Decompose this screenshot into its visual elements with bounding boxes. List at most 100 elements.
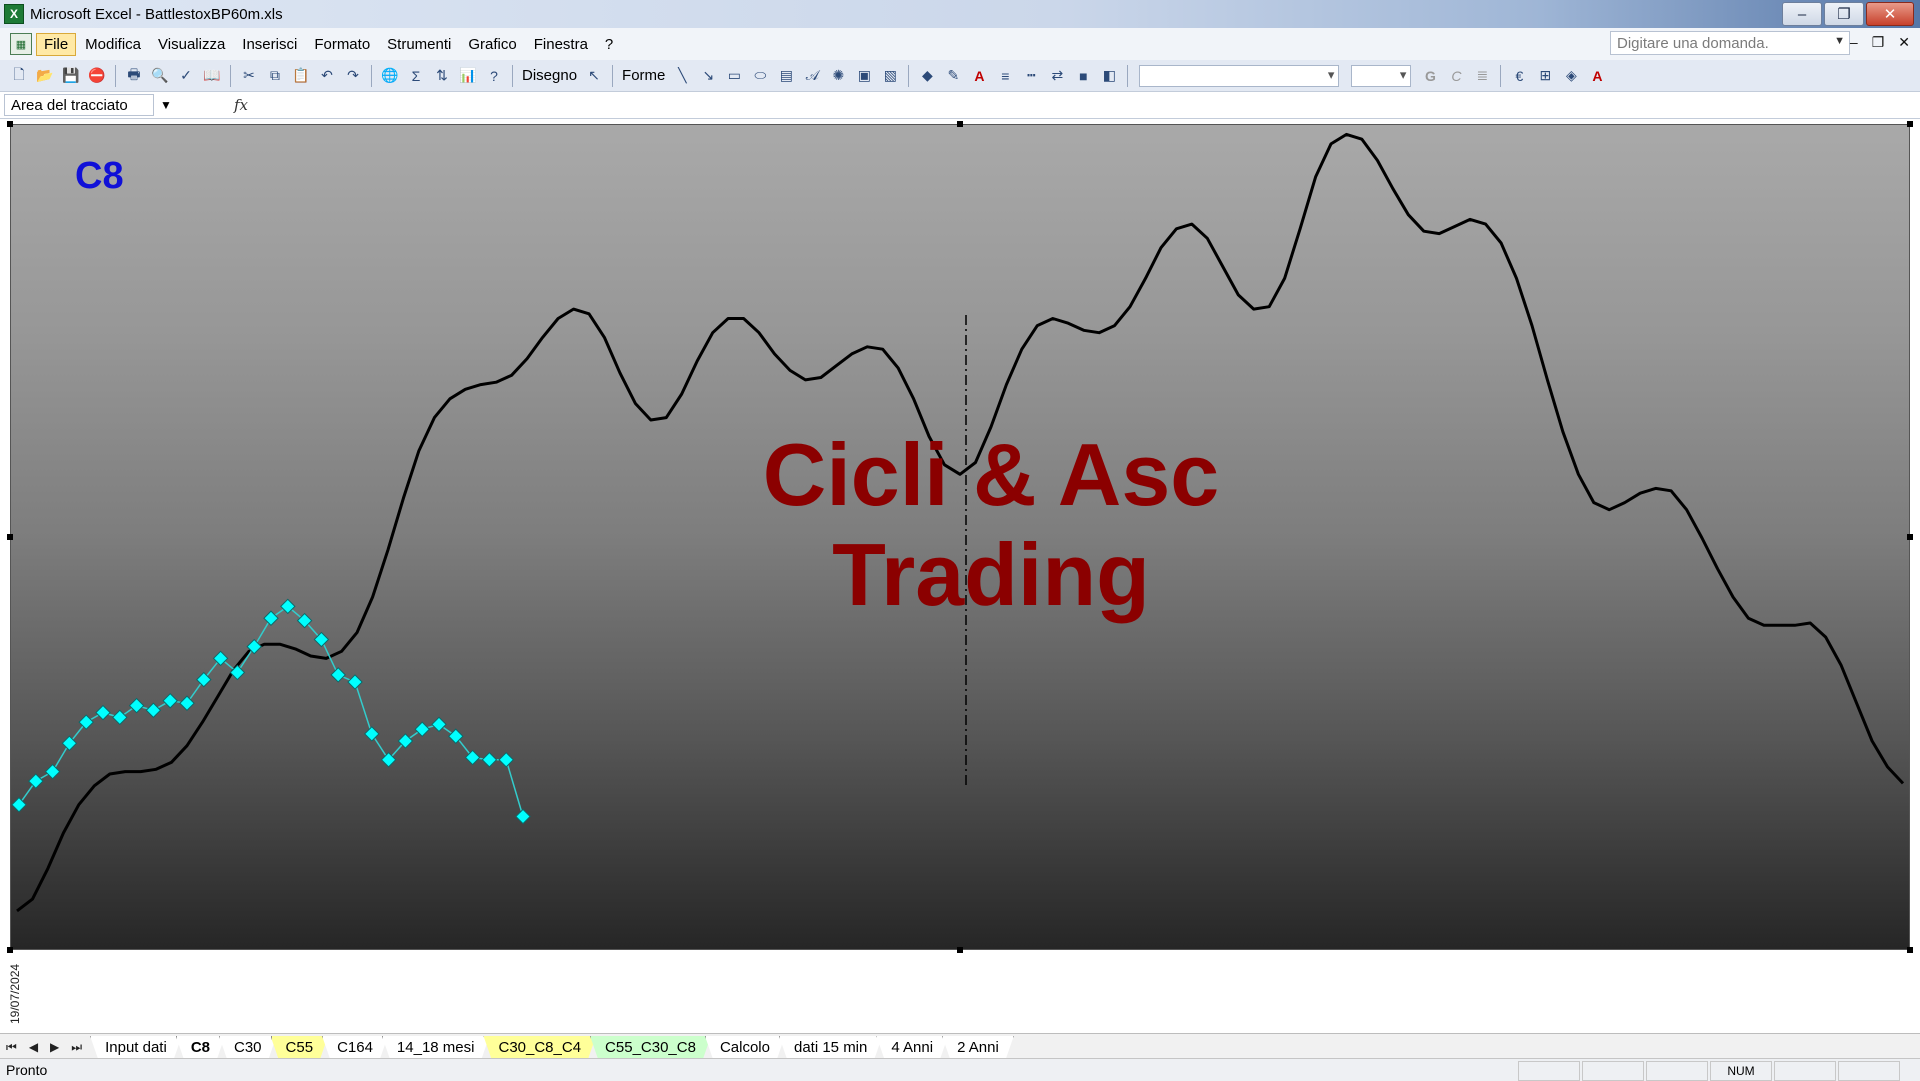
italic-icon[interactable]: C [1447, 67, 1465, 85]
close-button[interactable]: ✕ [1866, 2, 1914, 26]
sheet-tab[interactable]: C55_C30_C8 [590, 1036, 711, 1059]
cycle-data-point[interactable] [464, 749, 481, 766]
chevron-down-icon[interactable]: ▼ [1834, 35, 1845, 47]
oval-icon[interactable]: ⬭ [751, 67, 769, 85]
selection-handle[interactable] [957, 121, 963, 127]
cycle-data-point[interactable] [347, 674, 363, 690]
3d-icon[interactable]: ◧ [1100, 67, 1118, 85]
hyperlink-icon[interactable]: 🌐 [381, 67, 399, 85]
cycle-data-point[interactable] [95, 704, 111, 721]
cycle-data-point[interactable] [11, 796, 27, 813]
research-icon[interactable]: 📖 [203, 67, 221, 85]
cycle-data-point[interactable] [196, 671, 212, 688]
sheet-tab[interactable]: 2 Anni [942, 1036, 1014, 1059]
select-objects-icon[interactable]: ↖ [585, 67, 603, 85]
print-icon[interactable]: 🖶 [125, 66, 143, 85]
menu-file[interactable]: File [36, 32, 77, 56]
shapes-menu-button[interactable]: Forme [622, 67, 665, 84]
dash-style-icon[interactable]: ┅ [1022, 67, 1040, 85]
cycle-data-point[interactable] [78, 714, 94, 730]
clipart-icon[interactable]: ▣ [855, 67, 873, 85]
cycle-data-point[interactable] [414, 721, 430, 737]
diagram-icon[interactable]: ✺ [829, 67, 847, 85]
borders-icon[interactable]: ⊞ [1536, 67, 1554, 85]
document-icon[interactable]: ▦ [10, 33, 32, 55]
next-sheet-icon[interactable]: ▶ [50, 1040, 59, 1054]
menu-finestra[interactable]: Finestra [526, 33, 596, 56]
shadow-icon[interactable]: ■ [1074, 67, 1092, 85]
cut-icon[interactable]: ✂ [240, 67, 258, 85]
doc-close-icon[interactable]: ✕ [1898, 34, 1910, 51]
menu-formato[interactable]: Formato [306, 33, 378, 56]
name-box[interactable]: Area del tracciato [4, 94, 154, 116]
doc-restore-icon[interactable]: ❐ [1872, 34, 1885, 51]
cycle-data-point[interactable] [364, 726, 380, 742]
menu-visualizza[interactable]: Visualizza [150, 33, 233, 56]
cycle-data-point[interactable] [112, 709, 128, 726]
cycle-data-point[interactable] [263, 610, 279, 626]
paste-icon[interactable]: 📋 [292, 67, 310, 85]
bold-icon[interactable]: G [1421, 67, 1439, 85]
font-color-icon-2[interactable]: A [1588, 67, 1606, 85]
picture-icon[interactable]: ▧ [881, 67, 899, 85]
selection-handle[interactable] [7, 121, 13, 127]
doc-minimize-icon[interactable]: – [1850, 34, 1858, 51]
menu-strumenti[interactable]: Strumenti [379, 33, 459, 56]
cycle-data-point[interactable] [145, 702, 162, 719]
autosum-icon[interactable]: Σ [407, 67, 425, 85]
selection-handle[interactable] [7, 947, 13, 953]
menu-grafico[interactable]: Grafico [460, 33, 524, 56]
plot-area[interactable]: C8 Cicli & Asc Trading [10, 124, 1910, 950]
sheet-tab[interactable]: 14_18 mesi [382, 1036, 490, 1059]
chevron-down-icon[interactable]: ▼ [154, 98, 178, 112]
function-icon[interactable]: fx [178, 96, 248, 114]
line-icon[interactable]: ╲ [673, 67, 691, 85]
rectangle-icon[interactable]: ▭ [725, 67, 743, 85]
sort-icon[interactable]: ⇅ [433, 67, 451, 85]
fill-color-icon-2[interactable]: ◈ [1562, 67, 1580, 85]
line-color-icon[interactable]: ✎ [944, 67, 962, 85]
redo-icon[interactable]: ↷ [344, 67, 362, 85]
help-icon[interactable]: ? [485, 67, 503, 85]
textbox-icon[interactable]: ▤ [777, 67, 795, 85]
wordart-icon[interactable]: 𝒜 [803, 67, 821, 85]
permission-icon[interactable]: ⛔ [88, 67, 106, 85]
menu-modifica[interactable]: Modifica [77, 33, 149, 56]
selection-handle[interactable] [1907, 534, 1913, 540]
undo-icon[interactable]: ↶ [318, 67, 336, 85]
copy-icon[interactable]: ⧉ [266, 67, 284, 85]
arrow-icon[interactable]: ↘ [699, 67, 717, 85]
fill-color-icon[interactable]: ◆ [918, 67, 936, 85]
menu-inserisci[interactable]: Inserisci [234, 33, 305, 56]
sheet-tab[interactable]: C30_C8_C4 [483, 1036, 596, 1059]
selection-handle[interactable] [957, 947, 963, 953]
line-style-icon[interactable]: ≡ [996, 67, 1014, 85]
cycle-data-point[interactable] [330, 667, 346, 683]
cycle-data-point[interactable] [44, 763, 61, 780]
new-icon[interactable]: 🗋 [10, 66, 28, 85]
first-sheet-icon[interactable]: ⏮ [6, 1040, 17, 1055]
last-sheet-icon[interactable]: ⏭ [71, 1040, 82, 1055]
arrow-style-icon[interactable]: ⇄ [1048, 67, 1066, 85]
selection-handle[interactable] [7, 534, 13, 540]
cycle-data-point[interactable] [515, 808, 531, 825]
cycle-data-point[interactable] [179, 695, 195, 711]
sheet-tab[interactable]: C55 [271, 1036, 329, 1059]
sheet-tab[interactable]: Input dati [90, 1036, 182, 1059]
sheet-tab[interactable]: C8 [176, 1036, 225, 1059]
help-search-input[interactable]: Digitare una domanda. ▼ [1610, 31, 1850, 55]
sheet-tab[interactable]: C164 [322, 1036, 388, 1059]
font-name-select[interactable] [1139, 64, 1340, 87]
cycle-data-point[interactable] [61, 735, 78, 752]
cycle-data-point[interactable] [431, 716, 447, 733]
selection-handle[interactable] [1907, 947, 1913, 953]
menu-help[interactable]: ? [597, 33, 621, 56]
draw-menu-button[interactable]: Disegno [522, 67, 577, 84]
sheet-tab[interactable]: C30 [219, 1036, 277, 1059]
chart-wizard-icon[interactable]: 📊 [459, 67, 477, 85]
restore-button[interactable]: ❐ [1824, 2, 1864, 26]
print-preview-icon[interactable]: 🔍 [151, 67, 169, 85]
sheet-tab[interactable]: Calcolo [705, 1036, 785, 1059]
excel-app-icon[interactable]: X [4, 4, 24, 24]
align-icon[interactable]: ≣ [1473, 67, 1491, 85]
